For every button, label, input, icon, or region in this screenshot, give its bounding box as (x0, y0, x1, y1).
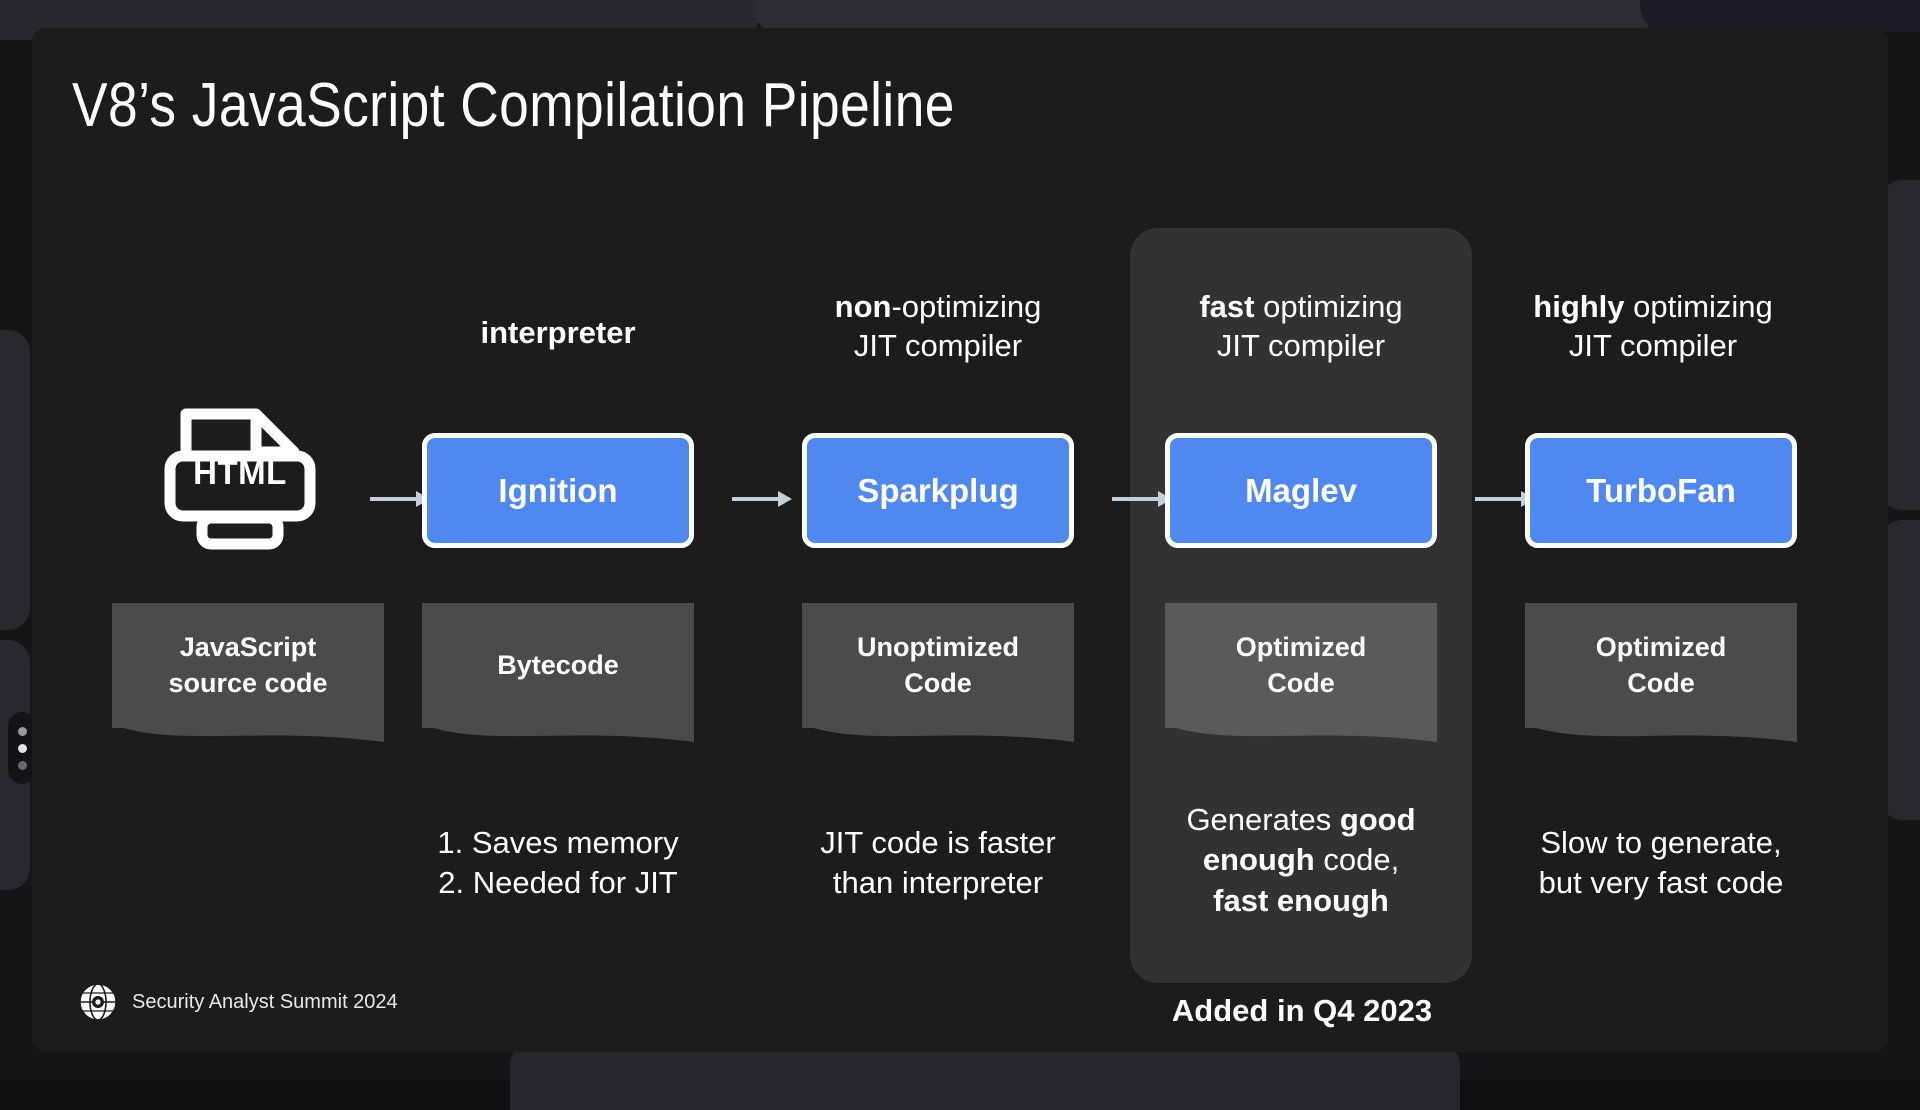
stage-note-3-bold-1: good (1340, 802, 1416, 837)
stage-heading-2: non-optimizing JIT compiler (773, 287, 1103, 366)
output-box-stage-3: Optimized Code (1165, 603, 1437, 728)
stage-heading-3-bold: fast (1199, 289, 1254, 324)
stage-note-3-line1: Generates good (1186, 802, 1415, 837)
html-icon-label: HTML (160, 454, 320, 492)
output-box-stage-2-line2: Code (904, 668, 972, 698)
indicator-dot-3 (18, 761, 27, 770)
arrow-right-icon-2 (732, 490, 794, 508)
stage-note-3-line2: enough code, (1203, 842, 1399, 877)
stage-note-3-bold-2: enough (1203, 842, 1315, 877)
html-document-icon: HTML (160, 400, 320, 555)
slide-footer: Security Analyst Summit 2024 (78, 982, 398, 1022)
stage-chip-sparkplug-label: Sparkplug (857, 472, 1018, 510)
output-box-stage-1-line1: Bytecode (497, 648, 619, 683)
output-box-stage-3-line1: Optimized (1236, 632, 1367, 662)
output-box-stage-4: Optimized Code (1525, 603, 1797, 728)
output-box-wave-edge (1165, 724, 1437, 754)
stage-heading-2-line2: JIT compiler (854, 328, 1022, 363)
stage-note-1-line1: 1. Saves memory (437, 825, 678, 860)
stage-heading-2-bold: non (835, 289, 892, 324)
output-box-stage-1: Bytecode (422, 603, 694, 728)
stage-heading-4-line2: JIT compiler (1569, 328, 1737, 363)
stage-note-4-line1: Slow to generate, (1540, 825, 1781, 860)
output-box-source-line2: source code (168, 668, 327, 698)
stage-note-3: Generates good enough code, fast enough (1136, 800, 1466, 921)
output-box-source-line1: JavaScript (180, 632, 317, 662)
stage-heading-3-rest: optimizing (1254, 289, 1402, 324)
stage-note-3-bold-3: fast enough (1213, 883, 1389, 918)
stage-note-2: JIT code is faster than interpreter (773, 823, 1103, 904)
stage-chip-ignition[interactable]: Ignition (422, 433, 694, 548)
indicator-dot-1 (18, 727, 27, 736)
presentation-slide: V8’s JavaScript Compilation Pipeline HTM… (32, 28, 1888, 1052)
stage-heading-3-line2: JIT compiler (1217, 328, 1385, 363)
page-title: V8’s JavaScript Compilation Pipeline (72, 70, 955, 141)
added-in-quarter-note: Added in Q4 2023 (1122, 993, 1482, 1029)
stage-heading-4-rest: optimizing (1625, 289, 1773, 324)
output-box-stage-4-line1: Optimized (1596, 632, 1727, 662)
stage-heading-3: fast optimizing JIT compiler (1136, 287, 1466, 366)
output-box-source: JavaScript source code (112, 603, 384, 728)
stage-note-2-line2: than interpreter (833, 865, 1043, 900)
output-box-wave-edge (1525, 724, 1797, 754)
stage-heading-4: highly optimizing JIT compiler (1488, 287, 1818, 366)
stage-note-4-line2: but very fast code (1539, 865, 1784, 900)
output-box-stage-2: Unoptimized Code (802, 603, 1074, 728)
stage-heading-1: interpreter (393, 313, 723, 352)
stage-note-1-line2: 2. Needed for JIT (438, 865, 678, 900)
stage-chip-turbofan-label: TurboFan (1586, 472, 1736, 510)
stage-chip-sparkplug[interactable]: Sparkplug (802, 433, 1074, 548)
stage-chip-maglev[interactable]: Maglev (1165, 433, 1437, 548)
stage-note-1: 1. Saves memory 2. Needed for JIT (393, 823, 723, 904)
stage-note-4: Slow to generate, but very fast code (1496, 823, 1826, 904)
output-box-wave-edge (802, 724, 1074, 754)
globe-radar-icon (78, 982, 118, 1022)
stage-note-3-line3: fast enough (1213, 883, 1389, 918)
stage-note-2-line1: JIT code is faster (820, 825, 1055, 860)
bezel-panel-left-upper (0, 330, 30, 630)
stage-chip-turbofan[interactable]: TurboFan (1525, 433, 1797, 548)
stage-chip-ignition-label: Ignition (498, 472, 617, 510)
stage-heading-2-rest: -optimizing (891, 289, 1041, 324)
slide-footer-label: Security Analyst Summit 2024 (132, 991, 398, 1014)
stage-heading-4-bold: highly (1533, 289, 1624, 324)
output-box-wave-edge (422, 724, 694, 754)
output-box-stage-4-line2: Code (1627, 668, 1695, 698)
stage-chip-maglev-label: Maglev (1245, 472, 1357, 510)
output-box-stage-2-line1: Unoptimized (857, 632, 1019, 662)
output-box-wave-edge (112, 724, 384, 754)
stage-heading-1-bold: interpreter (480, 315, 635, 350)
indicator-dot-2 (18, 744, 27, 753)
output-box-stage-3-line2: Code (1267, 668, 1335, 698)
